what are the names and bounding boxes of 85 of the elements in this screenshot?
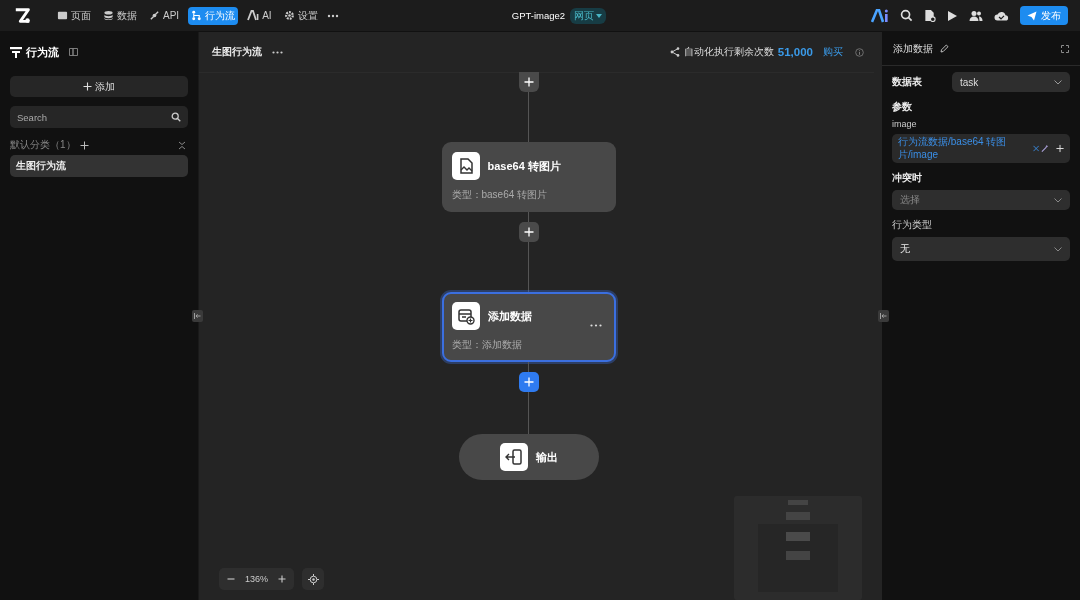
node-type: 类型：添加数据: [451, 338, 523, 352]
ai-icon[interactable]: [871, 8, 889, 23]
field-label: 冲突时: [892, 171, 923, 185]
caret-icon: [596, 13, 603, 18]
plus-icon[interactable]: [1055, 144, 1064, 153]
nav-tab[interactable]: AI: [244, 6, 275, 25]
plus-icon: [523, 227, 534, 237]
page-icon: [57, 10, 68, 21]
sidebar-item[interactable]: 生图行为流: [10, 155, 188, 177]
chevron-down-icon: [1054, 197, 1062, 203]
settings-icon: [283, 10, 295, 21]
users-icon[interactable]: [969, 9, 983, 22]
select-field[interactable]: 无: [892, 237, 1070, 261]
field-label: 数据表: [892, 75, 922, 89]
quota-count: 51,000: [777, 46, 813, 58]
flow-node[interactable]: base64 转图片 类型：base64 转图片: [441, 142, 616, 212]
select-field[interactable]: 选择: [892, 190, 1070, 210]
table-add-icon: [451, 302, 480, 330]
image-file-icon: [451, 152, 480, 180]
nav-tab[interactable]: 设置: [280, 6, 321, 25]
output-node[interactable]: 输出: [458, 434, 599, 480]
sidebar-title: 行为流: [26, 44, 59, 60]
plus-icon: [523, 377, 534, 387]
send-icon: [1027, 10, 1037, 21]
info-icon[interactable]: [855, 47, 864, 57]
app-title: GPT-image2: [511, 10, 566, 21]
collapse-right-handle[interactable]: [878, 310, 889, 322]
search-field[interactable]: Search: [10, 106, 188, 128]
add-step-button[interactable]: [518, 222, 539, 242]
more-icon[interactable]: [272, 50, 283, 54]
platform-dropdown[interactable]: 网页: [570, 7, 607, 24]
more-icon[interactable]: [326, 13, 339, 18]
cloud-icon[interactable]: [994, 10, 1009, 21]
zoom-level: 136%: [245, 574, 269, 584]
section-label: 参数: [892, 100, 913, 114]
plus-icon: [278, 575, 287, 583]
more-icon[interactable]: [589, 323, 602, 327]
node-title: 添加数据: [487, 308, 532, 324]
minus-icon: [227, 575, 235, 583]
buy-link[interactable]: 购买: [823, 45, 843, 59]
field-label: 行为类型: [892, 218, 933, 232]
add-button[interactable]: 添加: [10, 76, 188, 97]
param-name: image: [892, 119, 918, 129]
quota-label: 自动化执行剩余次数: [683, 45, 774, 59]
nav-tab[interactable]: 页面: [54, 6, 94, 25]
panel-title: 添加数据: [893, 41, 933, 56]
share-icon: [669, 47, 680, 57]
node-title: 输出: [535, 449, 558, 465]
pencil-icon[interactable]: [940, 44, 949, 53]
plus-icon[interactable]: [79, 140, 89, 150]
collapse-icon[interactable]: [178, 140, 186, 150]
book-icon[interactable]: [69, 48, 78, 56]
variable-tag[interactable]: 行为流数据/base64 转图片/image: [898, 136, 1031, 161]
search-icon[interactable]: [900, 9, 913, 22]
search-input[interactable]: Search: [17, 111, 171, 123]
chevron-down-icon: [1054, 246, 1062, 252]
node-type: 类型：base64 转图片: [451, 188, 549, 202]
ai-icon: [247, 10, 260, 21]
output-icon: [499, 443, 528, 471]
table-select[interactable]: task: [952, 72, 1070, 92]
flow-icon: [10, 46, 22, 58]
add-step-button[interactable]: [518, 372, 539, 392]
document-icon[interactable]: [924, 9, 936, 22]
database-icon: [103, 10, 114, 21]
group-label: 默认分类（1）: [10, 138, 76, 152]
flow-icon: [191, 10, 203, 21]
magic-wand-icon[interactable]: [1040, 144, 1049, 153]
search-icon: [171, 112, 181, 122]
logo-icon: [14, 6, 32, 25]
plus-icon: [83, 82, 92, 91]
node-title: base64 转图片: [487, 158, 561, 174]
plug-icon: [149, 10, 160, 21]
target-icon: [307, 573, 319, 585]
nav-tab[interactable]: 数据: [100, 6, 140, 25]
collapse-left-handle[interactable]: [192, 310, 203, 322]
chevron-down-icon: [1054, 79, 1062, 85]
flow-title: 生图行为流: [212, 45, 262, 59]
nav-tab[interactable]: API: [146, 6, 183, 25]
expand-icon[interactable]: [1061, 44, 1069, 53]
plus-icon: [523, 77, 534, 87]
recenter-button[interactable]: [302, 568, 325, 590]
param-value-field[interactable]: 行为流数据/base64 转图片/image: [892, 134, 1070, 163]
add-step-button[interactable]: [518, 72, 539, 92]
flow-node[interactable]: 添加数据 类型：添加数据: [441, 292, 616, 362]
play-icon[interactable]: [947, 9, 958, 22]
